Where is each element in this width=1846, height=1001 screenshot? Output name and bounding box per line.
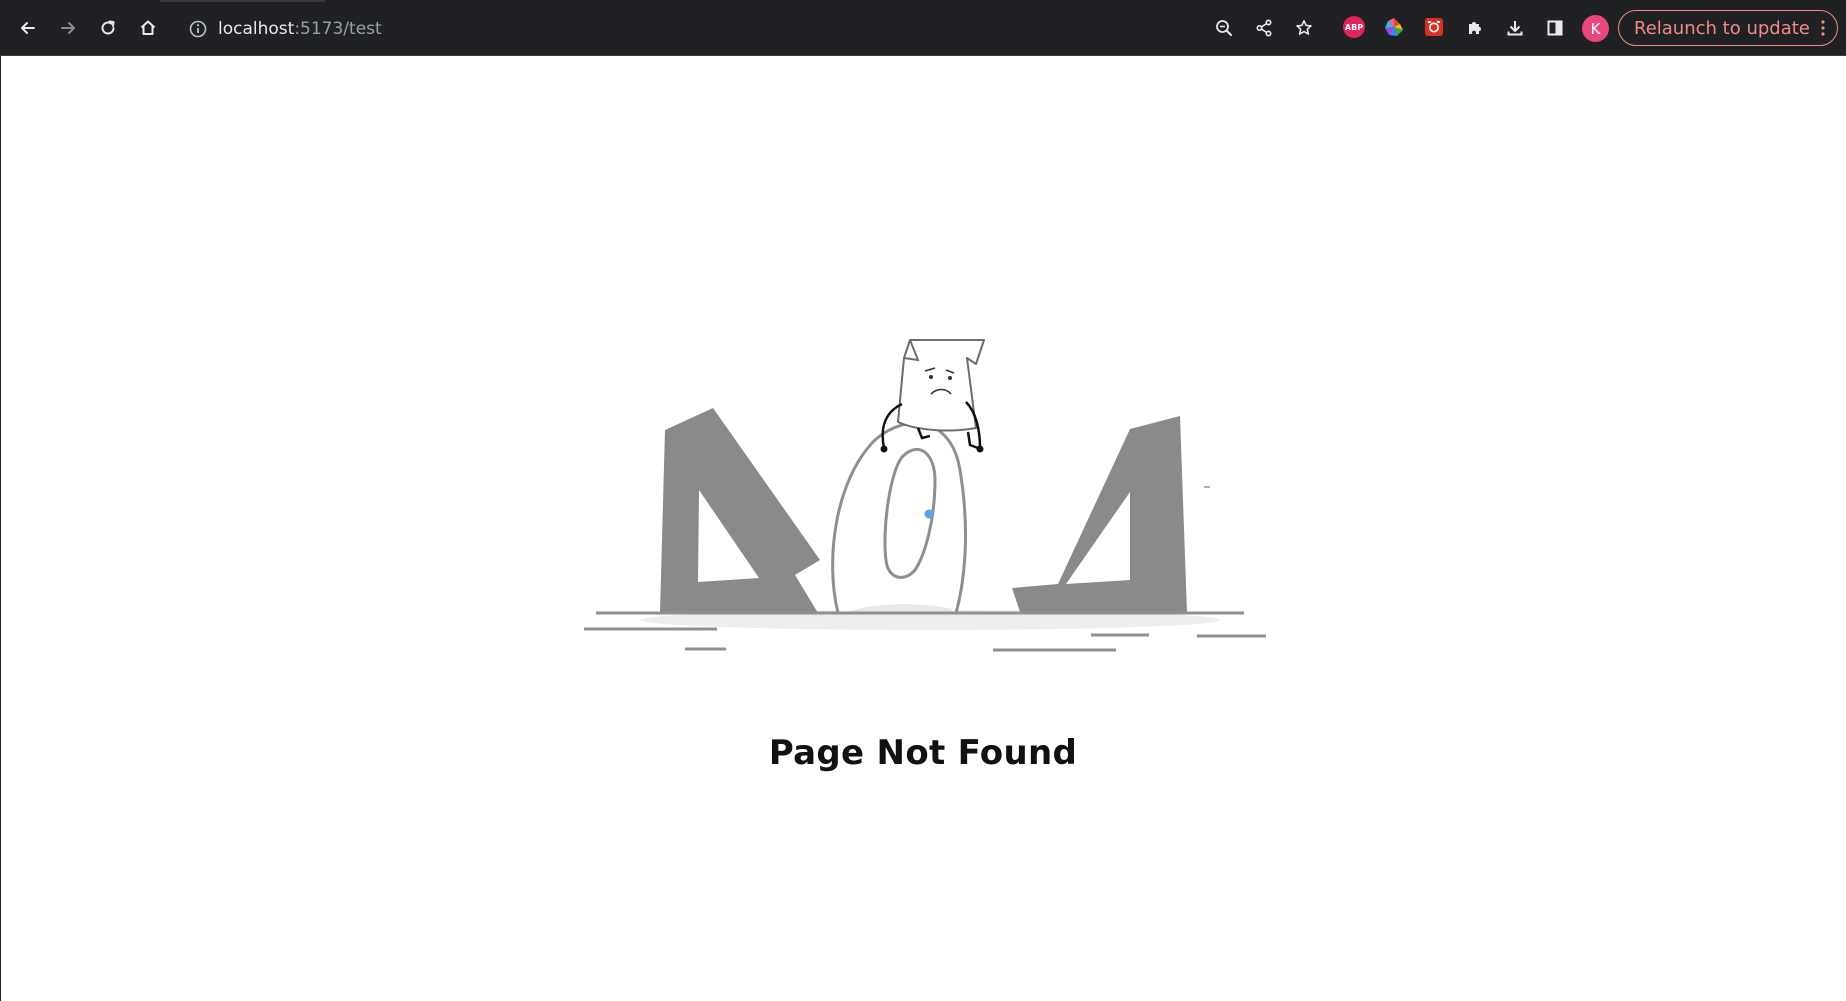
- relaunch-label: Relaunch to update: [1634, 17, 1810, 39]
- relaunch-to-update-button[interactable]: Relaunch to update: [1618, 10, 1838, 46]
- screenshot-tool-icon: [1425, 18, 1443, 36]
- 404-illustration: [584, 339, 1266, 652]
- arrow-left-icon: [21, 22, 35, 34]
- reload-icon: [101, 20, 115, 35]
- more-vert-icon[interactable]: [1821, 20, 1825, 36]
- extension-adblock-plus[interactable]: ABP: [1342, 15, 1366, 39]
- puzzle-icon: [1469, 22, 1481, 34]
- back-button[interactable]: [12, 12, 44, 44]
- extensions-menu-button[interactable]: [1459, 12, 1491, 44]
- url-path: :5173/test: [294, 19, 382, 39]
- right-eye: [948, 376, 952, 380]
- arrow-right-icon: [61, 22, 75, 34]
- color-picker-icon: [1385, 18, 1403, 36]
- left-eye: [929, 375, 933, 379]
- download-icon: [1507, 21, 1523, 36]
- reload-button[interactable]: [92, 12, 124, 44]
- page-title: Page Not Found: [768, 733, 1078, 773]
- forward-button[interactable]: [52, 12, 84, 44]
- star-icon: [1296, 20, 1312, 35]
- digit-four-left: [660, 408, 820, 613]
- url-text[interactable]: localhost:5173/test: [218, 19, 382, 39]
- side-panel-icon: [1547, 20, 1563, 36]
- downloads-button[interactable]: [1499, 12, 1531, 44]
- browser-toolbar: localhost:5173/test ABP K Relaunch to up…: [0, 0, 1846, 56]
- zoom-button[interactable]: [1208, 12, 1240, 44]
- share-button[interactable]: [1248, 12, 1280, 44]
- url-host: localhost: [218, 19, 295, 39]
- page-edge: [0, 56, 1, 1001]
- site-info-icon[interactable]: [188, 19, 208, 39]
- home-button[interactable]: [132, 12, 164, 44]
- bookmark-button[interactable]: [1288, 12, 1320, 44]
- left-hand: [880, 445, 888, 453]
- zoom-out-icon: [1216, 20, 1232, 36]
- active-tab-indicator: [160, 0, 325, 2]
- share-icon: [1256, 19, 1272, 37]
- address-bar[interactable]: localhost:5173/test: [178, 10, 1213, 48]
- paper-character-body: [897, 339, 985, 432]
- digit-four-right: [1012, 416, 1187, 613]
- extension-color-picker[interactable]: [1382, 15, 1406, 39]
- blue-dot: [924, 509, 934, 519]
- profile-avatar[interactable]: K: [1582, 15, 1609, 42]
- extension-screenshot-tool[interactable]: [1422, 15, 1446, 39]
- home-icon: [140, 20, 156, 35]
- abp-icon: ABP: [1343, 16, 1365, 38]
- side-panel-button[interactable]: [1539, 12, 1571, 44]
